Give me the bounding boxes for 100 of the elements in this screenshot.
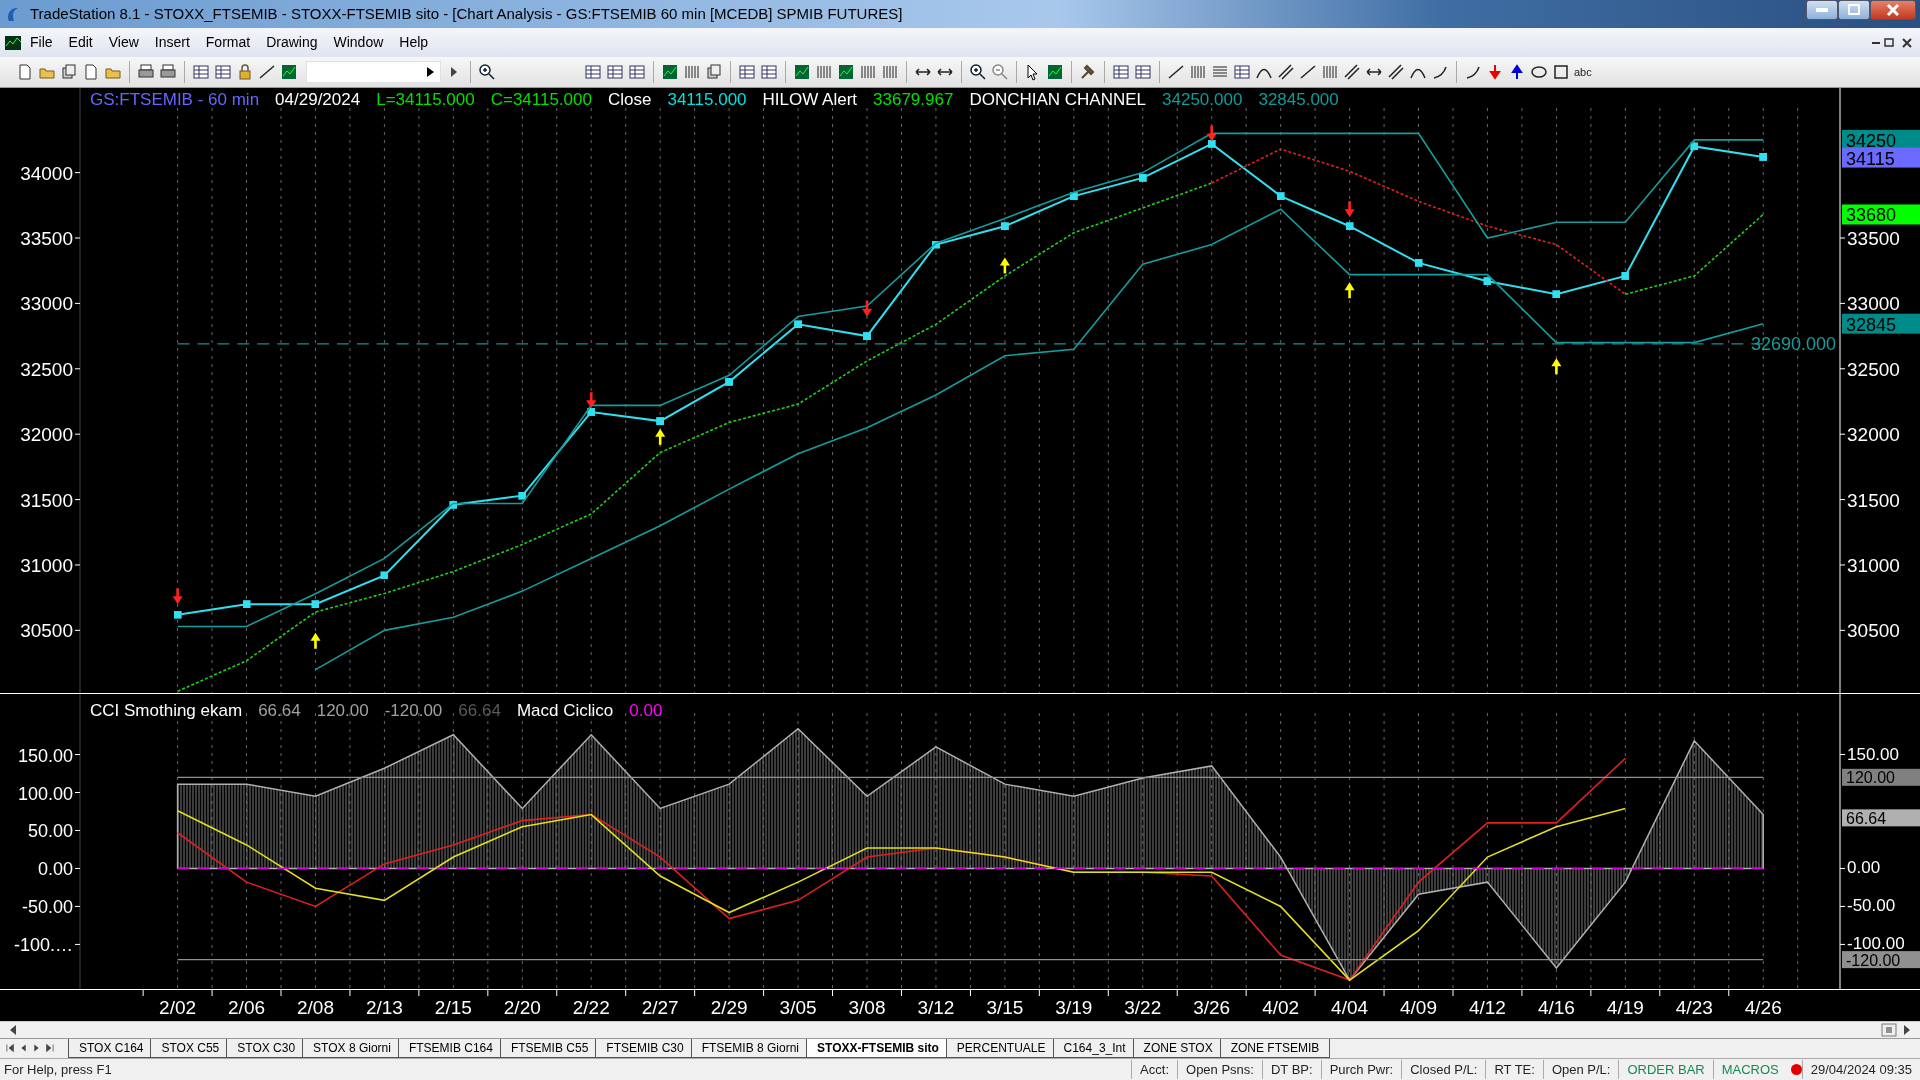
sell-arrow-icon (172, 588, 183, 605)
date-label: 2/20 (503, 997, 541, 1018)
legend-text: 32845.000 (1258, 89, 1339, 111)
parallel-lines-icon[interactable] (1277, 63, 1295, 81)
line-icon[interactable] (1299, 63, 1317, 81)
chart-icon[interactable] (793, 63, 811, 81)
date-label: 3/19 (1055, 997, 1093, 1018)
menu-item[interactable]: Insert (146, 32, 198, 53)
table-icon[interactable] (1233, 63, 1251, 81)
date-label: 2/22 (572, 997, 610, 1018)
menu-item[interactable]: File (22, 32, 61, 53)
chart-icon[interactable] (4, 33, 22, 52)
axis-label: 100.00 (17, 783, 73, 804)
maximize-button[interactable] (1838, 0, 1870, 20)
menu-item[interactable]: Drawing (258, 32, 326, 53)
scroll-thumb-icon[interactable] (1880, 1021, 1898, 1039)
price-marker: 120.00 (1842, 768, 1920, 787)
document-icon[interactable] (16, 63, 34, 81)
axis-label: 0.00 (37, 859, 73, 880)
menu-item[interactable]: Edit (60, 32, 101, 53)
bars-icon[interactable] (859, 63, 877, 81)
table-icon[interactable] (584, 63, 602, 81)
dropdown-field[interactable] (306, 61, 441, 83)
legend-text: C=34115.000 (490, 89, 592, 111)
parallel-lines-icon[interactable] (1387, 63, 1405, 81)
table-icon[interactable] (1112, 63, 1130, 81)
down-arrow-icon[interactable] (1486, 63, 1504, 81)
axis-label: 150.00 (1847, 744, 1899, 764)
order-bar-link[interactable]: ORDER BAR (1618, 1059, 1713, 1080)
buy-arrow-icon (999, 257, 1010, 274)
chart-icon[interactable] (661, 63, 679, 81)
axis-label: 50.00 (27, 821, 73, 842)
date-label: 2/15 (434, 997, 472, 1018)
table-icon[interactable] (192, 63, 210, 81)
printer-icon[interactable] (137, 63, 155, 81)
parallel-lines-icon[interactable] (1343, 63, 1361, 81)
axis-label: 31000 (20, 554, 73, 576)
menu-item[interactable]: Format (197, 32, 259, 53)
buy-arrow-icon (310, 632, 321, 649)
date-label: 3/08 (848, 997, 886, 1018)
bars-icon[interactable] (683, 63, 701, 81)
axis-label: -50.00 (1847, 896, 1896, 916)
pages-icon[interactable] (705, 63, 723, 81)
date-label: 2/27 (641, 997, 679, 1018)
date-label: 4/02 (1262, 997, 1300, 1018)
bars-icon[interactable] (881, 63, 899, 81)
status-field: Acct: (1131, 1059, 1177, 1080)
chart-icon[interactable] (1046, 63, 1064, 81)
table-icon[interactable] (760, 63, 778, 81)
table-icon[interactable] (1134, 63, 1152, 81)
search-icon[interactable] (478, 63, 496, 81)
status-field: Closed P/L: (1401, 1059, 1486, 1080)
chart-icon[interactable] (837, 63, 855, 81)
sheet-tab[interactable]: ZONE FTSEMIB (1219, 1039, 1331, 1058)
pages-icon[interactable] (60, 63, 78, 81)
table-icon[interactable] (214, 63, 232, 81)
chart-icon[interactable] (280, 63, 298, 81)
menu-item[interactable]: Window (325, 32, 392, 53)
price-marker: 32845 (1842, 313, 1920, 335)
axis-label: 32500 (20, 358, 73, 380)
legend-text: 04/29/2024 (275, 89, 361, 111)
sell-arrow-icon (862, 300, 872, 317)
printer-icon[interactable] (159, 63, 177, 81)
table-icon[interactable] (606, 63, 624, 81)
legend-text: -120.00 (384, 700, 443, 722)
date-label: 4/16 (1537, 997, 1575, 1018)
menu-item[interactable]: View (100, 32, 147, 53)
minimize-button[interactable] (1806, 0, 1838, 20)
status-field: Purch Pwr: (1320, 1059, 1402, 1080)
macros-link[interactable]: MACROS (1712, 1059, 1787, 1080)
tools-icon[interactable] (1079, 63, 1097, 81)
legend-text: Close (608, 89, 652, 111)
document-icon[interactable] (82, 63, 100, 81)
axis-label: 31500 (1847, 489, 1900, 511)
date-label: 3/26 (1193, 997, 1231, 1018)
axis-label: 31000 (1847, 554, 1900, 576)
buy-arrow-icon (1551, 358, 1562, 375)
status-field: DT BP: (1261, 1059, 1321, 1080)
line-icon[interactable] (258, 63, 276, 81)
menu-item[interactable]: Help (391, 32, 437, 53)
rectangle-icon[interactable] (1552, 63, 1570, 81)
up-arrow-icon[interactable] (1508, 63, 1526, 81)
legend-text: 0.00 (629, 700, 663, 722)
date-label: 4/26 (1744, 997, 1782, 1018)
text-tool-button[interactable]: abc (1574, 63, 1592, 81)
close-button[interactable] (1870, 0, 1916, 20)
bars-icon[interactable] (815, 63, 833, 81)
zoom-in-icon[interactable] (969, 63, 987, 81)
legend-text: CCI Smothing ekam (90, 700, 243, 722)
lock-icon[interactable] (236, 63, 254, 81)
minimize-icon[interactable] (1872, 41, 1880, 44)
legend-text: 33679.967 (873, 89, 954, 111)
table-icon[interactable] (738, 63, 756, 81)
line-icon[interactable] (1167, 63, 1185, 81)
date-label: 3/05 (779, 997, 817, 1018)
axis-label: -100.00 (1847, 934, 1905, 954)
ellipse-icon[interactable] (1530, 63, 1548, 81)
table-icon[interactable] (628, 63, 646, 81)
window-title: TradeStation 8.1 - STOXX_FTSEMIB - STOXX-FTSEMIB sito - [Chart Analysis - GS:FTSEMIB 60 min [MCEDB] SPMIB FUTURES] (30, 3, 904, 24)
legend-text: HILOW Alert (762, 89, 858, 111)
